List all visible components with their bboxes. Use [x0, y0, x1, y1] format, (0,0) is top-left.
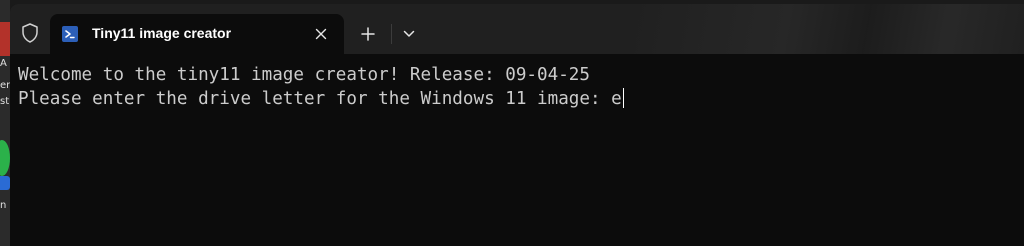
- tab-title: Tiny11 image creator: [92, 25, 232, 41]
- desktop-icon-green[interactable]: [0, 140, 10, 176]
- tab-tiny11-image-creator[interactable]: Tiny11 image creator: [50, 14, 344, 54]
- title-bar[interactable]: Tiny11 image creator: [10, 4, 1024, 54]
- desktop-icon-label: er: [0, 80, 10, 91]
- desktop-icon-red[interactable]: [0, 22, 10, 56]
- close-icon[interactable]: [312, 25, 330, 43]
- desktop-icon-label: n: [0, 200, 7, 211]
- tab-divider: [391, 24, 392, 44]
- terminal-window: Tiny11 image creator Welcome to the tiny…: [10, 4, 1024, 246]
- plus-icon[interactable]: [356, 22, 380, 46]
- terminal-line-welcome: Welcome to the tiny11 image creator! Rel…: [18, 65, 590, 85]
- desktop-background: A er st n: [0, 0, 10, 246]
- desktop-icon-label: st: [0, 96, 10, 107]
- chevron-down-icon[interactable]: [397, 22, 421, 46]
- text-cursor: [622, 88, 624, 108]
- terminal-output[interactable]: Welcome to the tiny11 image creator! Rel…: [10, 54, 1024, 246]
- terminal-prompt-text: Please enter the drive letter for the Wi…: [18, 89, 622, 109]
- terminal-line-prompt[interactable]: Please enter the drive letter for the Wi…: [18, 88, 624, 110]
- desktop-icon-label: A: [0, 58, 7, 69]
- shield-icon[interactable]: [18, 21, 42, 45]
- powershell-icon: [62, 26, 78, 42]
- desktop-icon-blue[interactable]: [0, 176, 10, 190]
- title-bar-backdrop: [630, 4, 1024, 54]
